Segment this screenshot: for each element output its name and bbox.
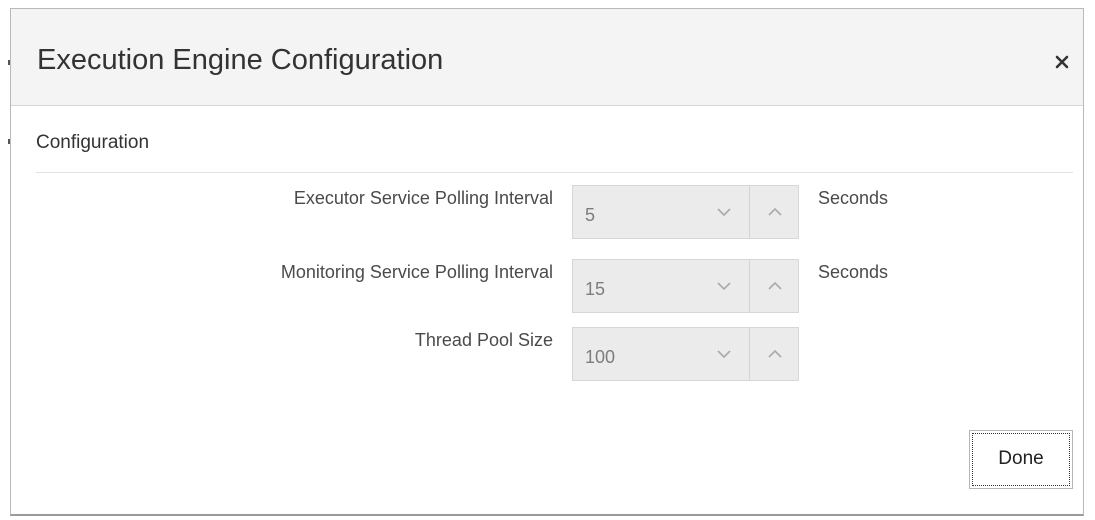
close-icon [1055,55,1069,69]
chevron-down-icon [717,350,731,359]
increment-button[interactable] [749,328,799,380]
monitoring-polling-interval-row: Monitoring Service Polling Interval 15 S… [11,259,1083,313]
field-value: 100 [585,347,616,367]
thread-pool-size-row: Thread Pool Size 100 [11,327,1083,381]
field-label: Executor Service Polling Interval [293,188,553,208]
monitoring-polling-interval-input[interactable]: 15 [572,259,799,313]
section-divider [36,172,1073,173]
thread-pool-size-input[interactable]: 100 [572,327,799,381]
chevron-up-icon [768,349,782,358]
field-unit: Seconds [818,262,889,282]
chevron-up-icon [768,281,782,290]
chevron-up-icon [768,207,782,216]
done-label: Done [998,448,1044,469]
field-label: Monitoring Service Polling Interval [280,262,553,282]
increment-button[interactable] [749,260,799,312]
field-value: 15 [585,279,606,299]
chevron-down-icon [717,282,731,291]
dialog-title: Execution Engine Configuration [37,44,444,76]
decrement-button[interactable] [699,186,749,238]
chevron-down-icon [717,208,731,217]
field-unit: Seconds [818,188,889,208]
decrement-button[interactable] [699,260,749,312]
close-button[interactable] [1051,51,1073,73]
section-title: Configuration [36,132,150,153]
background-page-edge [0,0,10,520]
executor-polling-interval-row: Executor Service Polling Interval 5 Seco… [11,185,1083,239]
field-value: 5 [585,205,596,225]
increment-button[interactable] [749,186,799,238]
done-button[interactable]: Done [969,430,1073,489]
dialog-header: Execution Engine Configuration [11,9,1083,106]
executor-polling-interval-input[interactable]: 5 [572,185,799,239]
field-label: Thread Pool Size [414,330,553,350]
execution-engine-configuration-dialog: Execution Engine Configuration Configura… [10,8,1084,516]
decrement-button[interactable] [699,328,749,380]
